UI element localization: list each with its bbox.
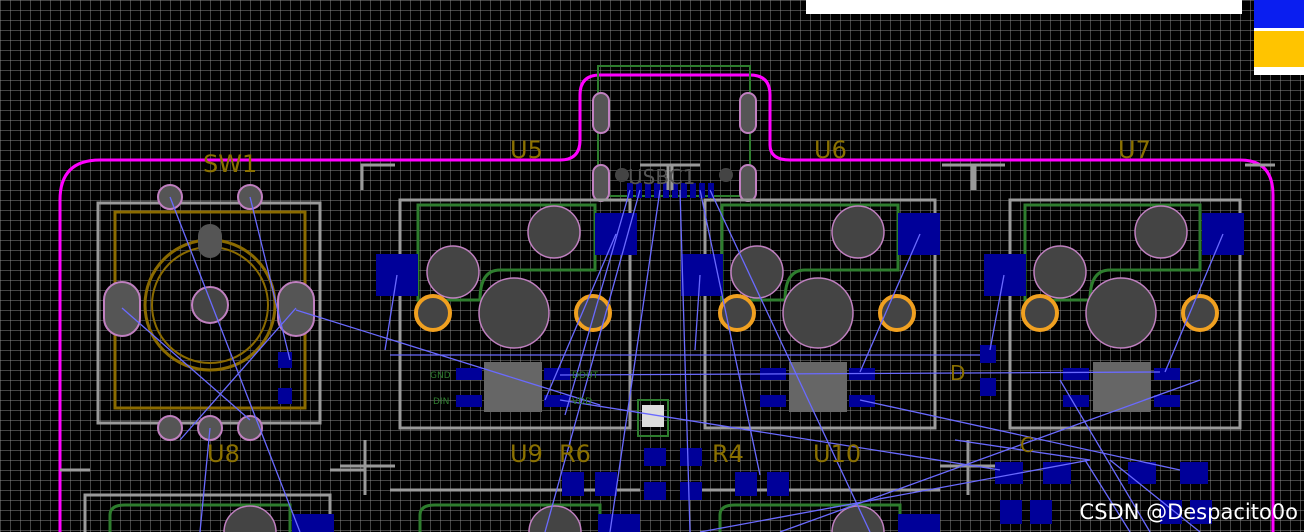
- key-u7: [984, 198, 1244, 430]
- pin-label-dout: DOUT: [572, 371, 599, 381]
- silkscreen-frames: [60, 163, 1275, 532]
- designator-u10: U10: [813, 440, 861, 468]
- pin-label-din: DIN: [433, 397, 449, 407]
- top-toolbar-strip: [806, 0, 1242, 14]
- designator-u9: U9: [510, 440, 543, 468]
- key-u6: [681, 198, 940, 430]
- layer-color-swatch[interactable]: [1254, 0, 1304, 75]
- watermark-text: CSDN @Despacito0o: [1079, 500, 1298, 524]
- pcb-layout[interactable]: SW1 U5 U6 U7 U8 U9 U10 R6 R4 C D USBC1 G…: [0, 0, 1304, 532]
- designator-u8: U8: [207, 440, 240, 468]
- designator-c: C: [1020, 433, 1034, 457]
- designator-usbc1: USBC1: [628, 165, 695, 189]
- designator-sw1: SW1: [203, 150, 257, 178]
- pin-label-vdd: VDD: [572, 397, 592, 407]
- designator-u7: U7: [1118, 136, 1151, 164]
- layer-swatch-yellow[interactable]: [1254, 31, 1304, 67]
- designator-u6: U6: [814, 136, 847, 164]
- pin-label-gnd: GND: [430, 371, 451, 381]
- key-u5: [376, 198, 637, 430]
- designator-u5: U5: [510, 136, 543, 164]
- designator-d: D: [950, 361, 965, 385]
- designator-r4: R4: [712, 440, 744, 468]
- layer-swatch-blue[interactable]: [1254, 0, 1304, 28]
- designator-r6: R6: [559, 440, 591, 468]
